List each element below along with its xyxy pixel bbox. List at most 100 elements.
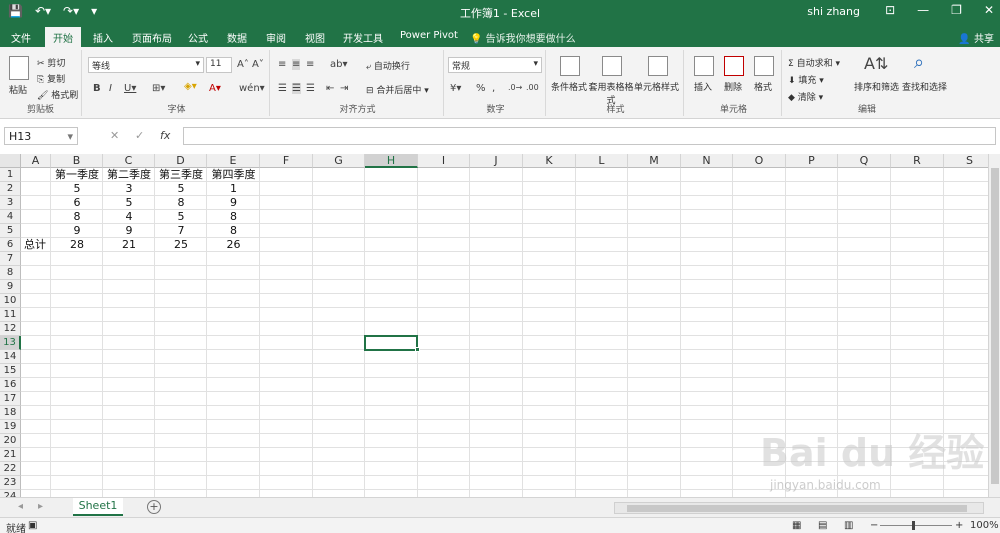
cell-value[interactable]: 9	[207, 196, 260, 210]
cut-button[interactable]: ✂ 剪切	[37, 56, 65, 69]
column-header-k[interactable]: K	[523, 154, 576, 168]
font-color-icon[interactable]: A▾	[209, 83, 221, 94]
tab-home[interactable]: 开始	[45, 27, 81, 47]
cell-total-label[interactable]: 总计	[21, 238, 51, 252]
cell-header[interactable]: 第三季度	[155, 168, 207, 182]
italic-icon[interactable]: I	[109, 83, 112, 94]
cell-value[interactable]: 8	[207, 210, 260, 224]
cell-value[interactable]: 8	[51, 210, 103, 224]
column-header-e[interactable]: E	[207, 154, 260, 168]
align-middle-icon[interactable]: ≡	[292, 59, 301, 70]
fill-button[interactable]: ⬇ 填充 ▾	[788, 73, 824, 86]
column-header-h[interactable]: H	[365, 154, 418, 168]
paste-label[interactable]: 粘贴	[9, 83, 27, 96]
column-header-n[interactable]: N	[681, 154, 733, 168]
tab-page-layout[interactable]: 页面布局	[132, 28, 172, 47]
cell-total[interactable]: 21	[103, 238, 155, 252]
tab-view[interactable]: 视图	[305, 28, 325, 47]
normal-view-icon[interactable]: ▦	[792, 520, 801, 531]
increase-decimal-icon[interactable]: .0→	[508, 83, 522, 92]
row-header-16[interactable]: 16	[0, 378, 21, 392]
copy-button[interactable]: ⎘ 复制	[37, 72, 65, 85]
cell-value[interactable]: 7	[155, 224, 207, 238]
tab-power-pivot[interactable]: Power Pivot	[400, 28, 458, 43]
increase-indent-icon[interactable]: ⇥	[340, 83, 348, 94]
border-icon[interactable]: ⊞▾	[152, 83, 165, 94]
format-as-table-icon[interactable]	[602, 56, 622, 76]
align-bottom-icon[interactable]: ≡	[306, 59, 314, 70]
cell-total[interactable]: 25	[155, 238, 207, 252]
page-layout-view-icon[interactable]: ▤	[818, 520, 827, 531]
format-cells-label[interactable]: 格式	[754, 80, 772, 93]
prev-sheet-icon[interactable]: ◂	[18, 501, 23, 512]
row-header-4[interactable]: 4	[0, 210, 21, 224]
row-header-11[interactable]: 11	[0, 308, 21, 322]
cell-value[interactable]: 8	[207, 224, 260, 238]
format-cells-icon[interactable]	[754, 56, 774, 76]
zoom-level[interactable]: 100%	[970, 520, 999, 531]
sheet-tab-sheet1[interactable]: Sheet1	[73, 498, 123, 516]
comma-icon[interactable]: ,	[492, 83, 495, 94]
ribbon-display-icon[interactable]: ⊡	[885, 3, 895, 17]
cell-value[interactable]: 4	[103, 210, 155, 224]
font-name-select[interactable]: 等线 ▾	[88, 57, 204, 73]
row-header-21[interactable]: 21	[0, 448, 21, 462]
enter-icon[interactable]: ✓	[135, 129, 144, 142]
column-header-o[interactable]: O	[733, 154, 786, 168]
delete-cells-icon[interactable]	[724, 56, 744, 76]
cell-value[interactable]: 5	[103, 196, 155, 210]
horizontal-scroll-thumb[interactable]	[627, 505, 967, 512]
column-header-b[interactable]: B	[51, 154, 103, 168]
percent-icon[interactable]: %	[476, 83, 486, 94]
macro-record-icon[interactable]: ▣	[28, 520, 37, 531]
name-box[interactable]: H13 ▾	[4, 127, 78, 145]
vertical-scrollbar[interactable]	[988, 154, 1000, 497]
row-header-6[interactable]: 6	[0, 238, 21, 252]
tab-review[interactable]: 审阅	[266, 28, 286, 47]
column-header-g[interactable]: G	[313, 154, 365, 168]
align-center-icon[interactable]: ☰	[292, 83, 301, 94]
insert-function-button[interactable]: fx	[160, 129, 170, 142]
cell-value[interactable]: 9	[103, 224, 155, 238]
insert-cells-icon[interactable]	[694, 56, 714, 76]
column-header-i[interactable]: I	[418, 154, 470, 168]
page-break-view-icon[interactable]: ▥	[844, 520, 853, 531]
conditional-format-label[interactable]: 条件格式	[551, 80, 587, 93]
row-header-2[interactable]: 2	[0, 182, 21, 196]
cancel-icon[interactable]: ✕	[110, 129, 119, 142]
row-header-7[interactable]: 7	[0, 252, 21, 266]
column-header-r[interactable]: R	[891, 154, 944, 168]
column-header-f[interactable]: F	[260, 154, 313, 168]
wrap-text-button[interactable]: ⤶ 自动换行	[366, 59, 410, 72]
vertical-scroll-thumb[interactable]	[991, 168, 999, 484]
align-left-icon[interactable]: ☰	[278, 83, 287, 94]
row-header-19[interactable]: 19	[0, 420, 21, 434]
cell-value[interactable]: 3	[103, 182, 155, 196]
font-size-select[interactable]: 11	[206, 57, 232, 73]
column-header-c[interactable]: C	[103, 154, 155, 168]
minimize-icon[interactable]: —	[917, 3, 929, 17]
restore-icon[interactable]: ❐	[951, 3, 962, 17]
format-painter-button[interactable]: 🖌 格式刷	[37, 88, 78, 101]
cell-value[interactable]: 5	[155, 210, 207, 224]
row-header-12[interactable]: 12	[0, 322, 21, 336]
column-header-s[interactable]: S	[944, 154, 988, 168]
row-header-14[interactable]: 14	[0, 350, 21, 364]
decrease-decimal-icon[interactable]: .00	[526, 83, 539, 92]
tab-data[interactable]: 数据	[227, 28, 247, 47]
decrease-font-icon[interactable]: A˅	[252, 59, 264, 70]
close-icon[interactable]: ✕	[984, 3, 994, 17]
user-name[interactable]: shi zhang	[807, 5, 860, 18]
select-all-corner[interactable]	[0, 154, 21, 168]
increase-font-icon[interactable]: A˄	[237, 59, 249, 70]
phonetic-icon[interactable]: wén▾	[239, 83, 265, 94]
find-select-label[interactable]: 查找和选择	[902, 80, 947, 93]
zoom-in-icon[interactable]: +	[955, 520, 963, 531]
paste-icon[interactable]	[9, 56, 29, 80]
row-header-15[interactable]: 15	[0, 364, 21, 378]
cell-value[interactable]: 1	[207, 182, 260, 196]
bold-icon[interactable]: B	[93, 83, 101, 94]
autosum-button[interactable]: Σ 自动求和 ▾	[788, 56, 840, 69]
fill-handle[interactable]	[415, 347, 420, 352]
decrease-indent-icon[interactable]: ⇤	[326, 83, 334, 94]
